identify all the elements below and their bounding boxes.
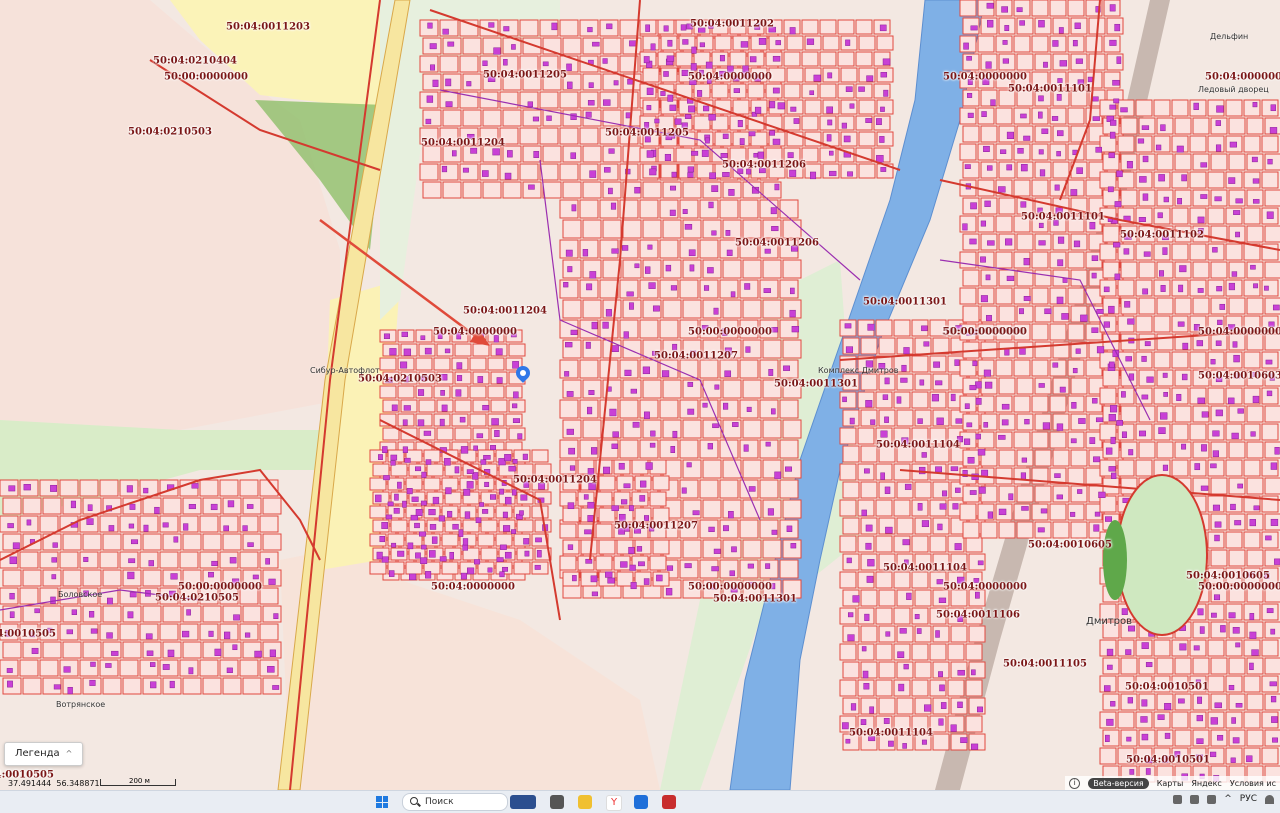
beta-badge: Beta-версия: [1088, 777, 1149, 789]
edge-icon[interactable]: [634, 795, 648, 809]
wifi-icon[interactable]: [1265, 794, 1274, 804]
place-label: Вотрянское: [56, 700, 106, 709]
search-placeholder: Поиск: [425, 797, 454, 807]
windows-start-icon[interactable]: [376, 796, 388, 808]
maps-link[interactable]: Карты: [1157, 779, 1184, 788]
tray-app-icon[interactable]: [1173, 794, 1183, 804]
scale-bar: 200 м: [100, 777, 176, 786]
terms-link[interactable]: Условия ис: [1230, 779, 1276, 788]
widgets-icon[interactable]: [510, 795, 536, 809]
legend-button[interactable]: Легенда ^: [4, 742, 84, 766]
place-label: Сибур-Автофлот: [310, 366, 380, 375]
legend-label: Легенда: [15, 748, 60, 759]
taskbar-search[interactable]: Поиск: [402, 793, 508, 811]
longitude: 37.491444: [8, 779, 52, 788]
coordinates-readout: 37.491444 56.348871: [8, 779, 100, 788]
chevron-up-icon: ^: [65, 749, 73, 758]
chevron-up-icon[interactable]: ^: [1224, 794, 1232, 804]
app-icon[interactable]: [662, 795, 676, 809]
place-label: Ледовый дворец: [1198, 85, 1269, 94]
language-indicator[interactable]: РУС: [1240, 794, 1257, 804]
latitude: 56.348871: [56, 779, 100, 788]
place-label: Комплекс Дмитров: [818, 366, 899, 375]
yandex-browser-icon[interactable]: Y: [606, 795, 622, 811]
place-label: Дельфин: [1210, 32, 1249, 41]
place-label: Боловское: [58, 590, 103, 599]
map-canvas[interactable]: 50:04:0011203 50:04:0210404 50:00:0000000 5…: [0, 0, 1280, 790]
file-explorer-icon[interactable]: [578, 795, 592, 809]
system-tray: ^ РУС: [1173, 794, 1274, 804]
place-label: Дмитров: [1086, 616, 1133, 627]
search-icon: [410, 797, 418, 805]
tray-app-icon[interactable]: [1207, 794, 1217, 804]
task-view-icon[interactable]: [550, 795, 564, 809]
map-graphics: [0, 0, 1280, 790]
yandex-link[interactable]: Яндекс: [1191, 779, 1221, 788]
attribution-bar: i Beta-версия Карты Яндекс Условия ис: [1065, 776, 1280, 790]
scale-label: 200 м: [129, 777, 150, 785]
info-icon[interactable]: i: [1069, 777, 1081, 789]
tray-app-icon[interactable]: [1190, 794, 1200, 804]
